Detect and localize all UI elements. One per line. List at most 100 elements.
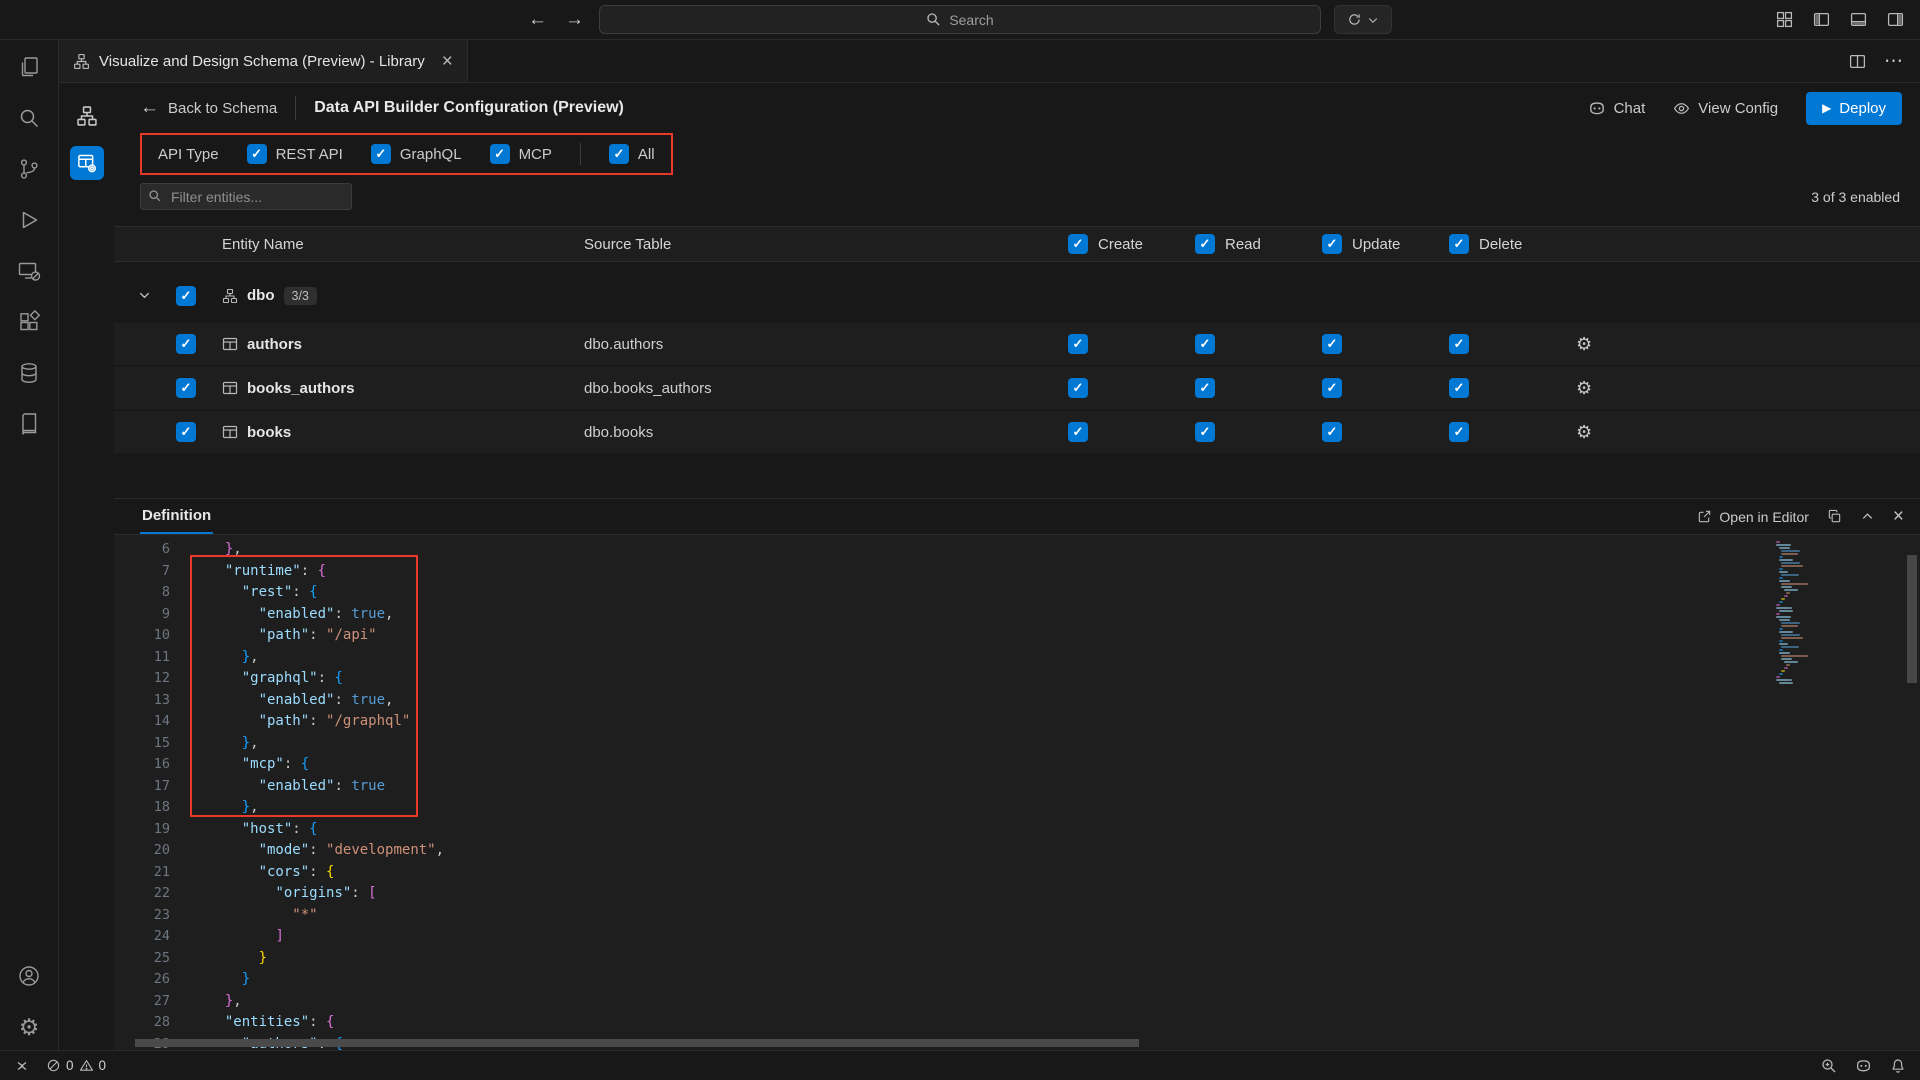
select-all-update-checkbox[interactable]: ✓ — [1322, 234, 1342, 254]
select-all-delete-checkbox[interactable]: ✓ — [1449, 234, 1469, 254]
api-option-all[interactable]: ✓All — [609, 144, 655, 164]
account-icon[interactable] — [16, 963, 42, 989]
minimap-line — [1781, 658, 1792, 660]
chevron-down-icon — [1367, 14, 1379, 26]
line-number: 10 — [114, 625, 170, 647]
horizontal-scrollbar[interactable] — [135, 1039, 1139, 1047]
create-checkbox[interactable]: ✓ — [1068, 334, 1088, 354]
line-number: 8 — [114, 582, 170, 604]
delete-checkbox[interactable]: ✓ — [1449, 378, 1469, 398]
minimap[interactable] — [1774, 541, 1894, 685]
status-bar: 0 0 — [0, 1050, 1920, 1080]
update-checkbox[interactable]: ✓ — [1322, 378, 1342, 398]
select-all-read-checkbox[interactable]: ✓ — [1195, 234, 1215, 254]
iterate-dropdown[interactable] — [1334, 5, 1392, 34]
select-all-create-checkbox[interactable]: ✓ — [1068, 234, 1088, 254]
row-settings-gear-icon[interactable]: ⚙ — [1572, 422, 1920, 443]
sync-icon — [1347, 12, 1362, 27]
minimap-line — [1781, 670, 1785, 672]
nav-back-icon[interactable]: ← — [528, 9, 547, 31]
chat-button[interactable]: Chat — [1588, 99, 1646, 117]
back-to-schema-button[interactable]: ← Back to Schema — [140, 97, 277, 119]
customize-layout-icon[interactable] — [1776, 11, 1793, 28]
toggle-panel-icon[interactable] — [1850, 11, 1867, 28]
database-icon[interactable] — [16, 360, 42, 386]
problems-indicator[interactable]: 0 0 — [46, 1058, 106, 1073]
code-line: 10 "path": "/api" — [114, 625, 1920, 647]
notifications-bell-icon[interactable] — [1890, 1058, 1906, 1074]
copy-icon[interactable] — [1827, 509, 1842, 524]
table-row[interactable]: ✓authorsdbo.authors✓✓✓✓⚙ — [114, 323, 1920, 365]
code-text: "enabled": true, — [170, 690, 393, 712]
titlebar: ← → Search — [0, 0, 1920, 40]
code-line: 21 "cors": { — [114, 862, 1920, 884]
minimap-line — [1784, 667, 1788, 669]
api-option-graphql[interactable]: ✓GraphQL — [371, 144, 462, 164]
split-editor-icon[interactable] — [1849, 53, 1866, 70]
extensions-icon[interactable] — [16, 309, 42, 335]
schema-group-row[interactable]: ✓ dbo 3/3 — [114, 274, 1920, 317]
row-settings-gear-icon[interactable]: ⚙ — [1572, 334, 1920, 355]
settings-gear-icon[interactable]: ⚙ — [16, 1014, 42, 1040]
update-checkbox[interactable]: ✓ — [1322, 422, 1342, 442]
deploy-button[interactable]: ▶ Deploy — [1806, 92, 1902, 125]
zoom-icon[interactable] — [1821, 1058, 1837, 1074]
table-row[interactable]: ✓booksdbo.books✓✓✓✓⚙ — [114, 411, 1920, 453]
remote-indicator-icon[interactable] — [14, 1058, 30, 1074]
row-settings-gear-icon[interactable]: ⚙ — [1572, 378, 1920, 399]
schema-diagram-rail-icon[interactable] — [70, 99, 104, 133]
view-config-button[interactable]: View Config — [1673, 100, 1778, 117]
explorer-icon[interactable] — [16, 54, 42, 80]
checkbox[interactable]: ✓ — [247, 144, 267, 164]
minimap-line — [1779, 682, 1793, 684]
collapse-panel-chevron-icon[interactable] — [1860, 509, 1875, 524]
read-checkbox[interactable]: ✓ — [1195, 334, 1215, 354]
line-number: 13 — [114, 690, 170, 712]
tab-close-icon[interactable]: × — [442, 52, 453, 71]
definition-close-icon[interactable]: × — [1893, 507, 1904, 526]
group-expand-chevron-icon[interactable] — [128, 288, 160, 303]
code-text: "mcp": { — [170, 754, 309, 776]
delete-checkbox[interactable]: ✓ — [1449, 334, 1469, 354]
group-checkbox[interactable]: ✓ — [176, 286, 196, 306]
code-editor[interactable]: 6 },7 "runtime": {8 "rest": {9 "enabled"… — [114, 535, 1920, 1050]
checkbox[interactable]: ✓ — [371, 144, 391, 164]
checkbox[interactable]: ✓ — [490, 144, 510, 164]
remote-explorer-icon[interactable] — [16, 258, 42, 284]
sql-projects-icon[interactable] — [16, 411, 42, 437]
entity-rows: ✓authorsdbo.authors✓✓✓✓⚙✓books_authorsdb… — [114, 323, 1920, 455]
minimap-line — [1781, 637, 1803, 639]
checkbox[interactable]: ✓ — [609, 144, 629, 164]
source-control-icon[interactable] — [16, 156, 42, 182]
command-center-search[interactable]: Search — [599, 5, 1321, 34]
run-debug-icon[interactable] — [16, 207, 42, 233]
code-text: ] — [170, 926, 284, 948]
row-checkbox[interactable]: ✓ — [176, 422, 196, 442]
code-line: 16 "mcp": { — [114, 754, 1920, 776]
row-checkbox[interactable]: ✓ — [176, 334, 196, 354]
search-sidebar-icon[interactable] — [16, 105, 42, 131]
row-checkbox[interactable]: ✓ — [176, 378, 196, 398]
more-actions-icon[interactable]: ⋯ — [1884, 50, 1904, 73]
line-number: 21 — [114, 862, 170, 884]
nav-forward-icon[interactable]: → — [565, 9, 584, 31]
code-line: 7 "runtime": { — [114, 561, 1920, 583]
open-in-editor-button[interactable]: Open in Editor — [1697, 509, 1809, 525]
api-config-rail-icon[interactable] — [70, 146, 104, 180]
line-number: 22 — [114, 883, 170, 905]
read-checkbox[interactable]: ✓ — [1195, 378, 1215, 398]
read-checkbox[interactable]: ✓ — [1195, 422, 1215, 442]
delete-checkbox[interactable]: ✓ — [1449, 422, 1469, 442]
api-option-rest-api[interactable]: ✓REST API — [247, 144, 343, 164]
toggle-secondary-sidebar-icon[interactable] — [1887, 11, 1904, 28]
create-checkbox[interactable]: ✓ — [1068, 422, 1088, 442]
copilot-status-icon[interactable] — [1855, 1057, 1872, 1074]
filter-entities-input[interactable] — [140, 183, 352, 210]
toggle-sidebar-icon[interactable] — [1813, 11, 1830, 28]
vertical-scrollbar[interactable] — [1907, 555, 1917, 683]
create-checkbox[interactable]: ✓ — [1068, 378, 1088, 398]
tab-schema-designer[interactable]: Visualize and Design Schema (Preview) - … — [59, 40, 468, 82]
table-row[interactable]: ✓books_authorsdbo.books_authors✓✓✓✓⚙ — [114, 367, 1920, 409]
api-option-mcp[interactable]: ✓MCP — [490, 144, 552, 164]
update-checkbox[interactable]: ✓ — [1322, 334, 1342, 354]
